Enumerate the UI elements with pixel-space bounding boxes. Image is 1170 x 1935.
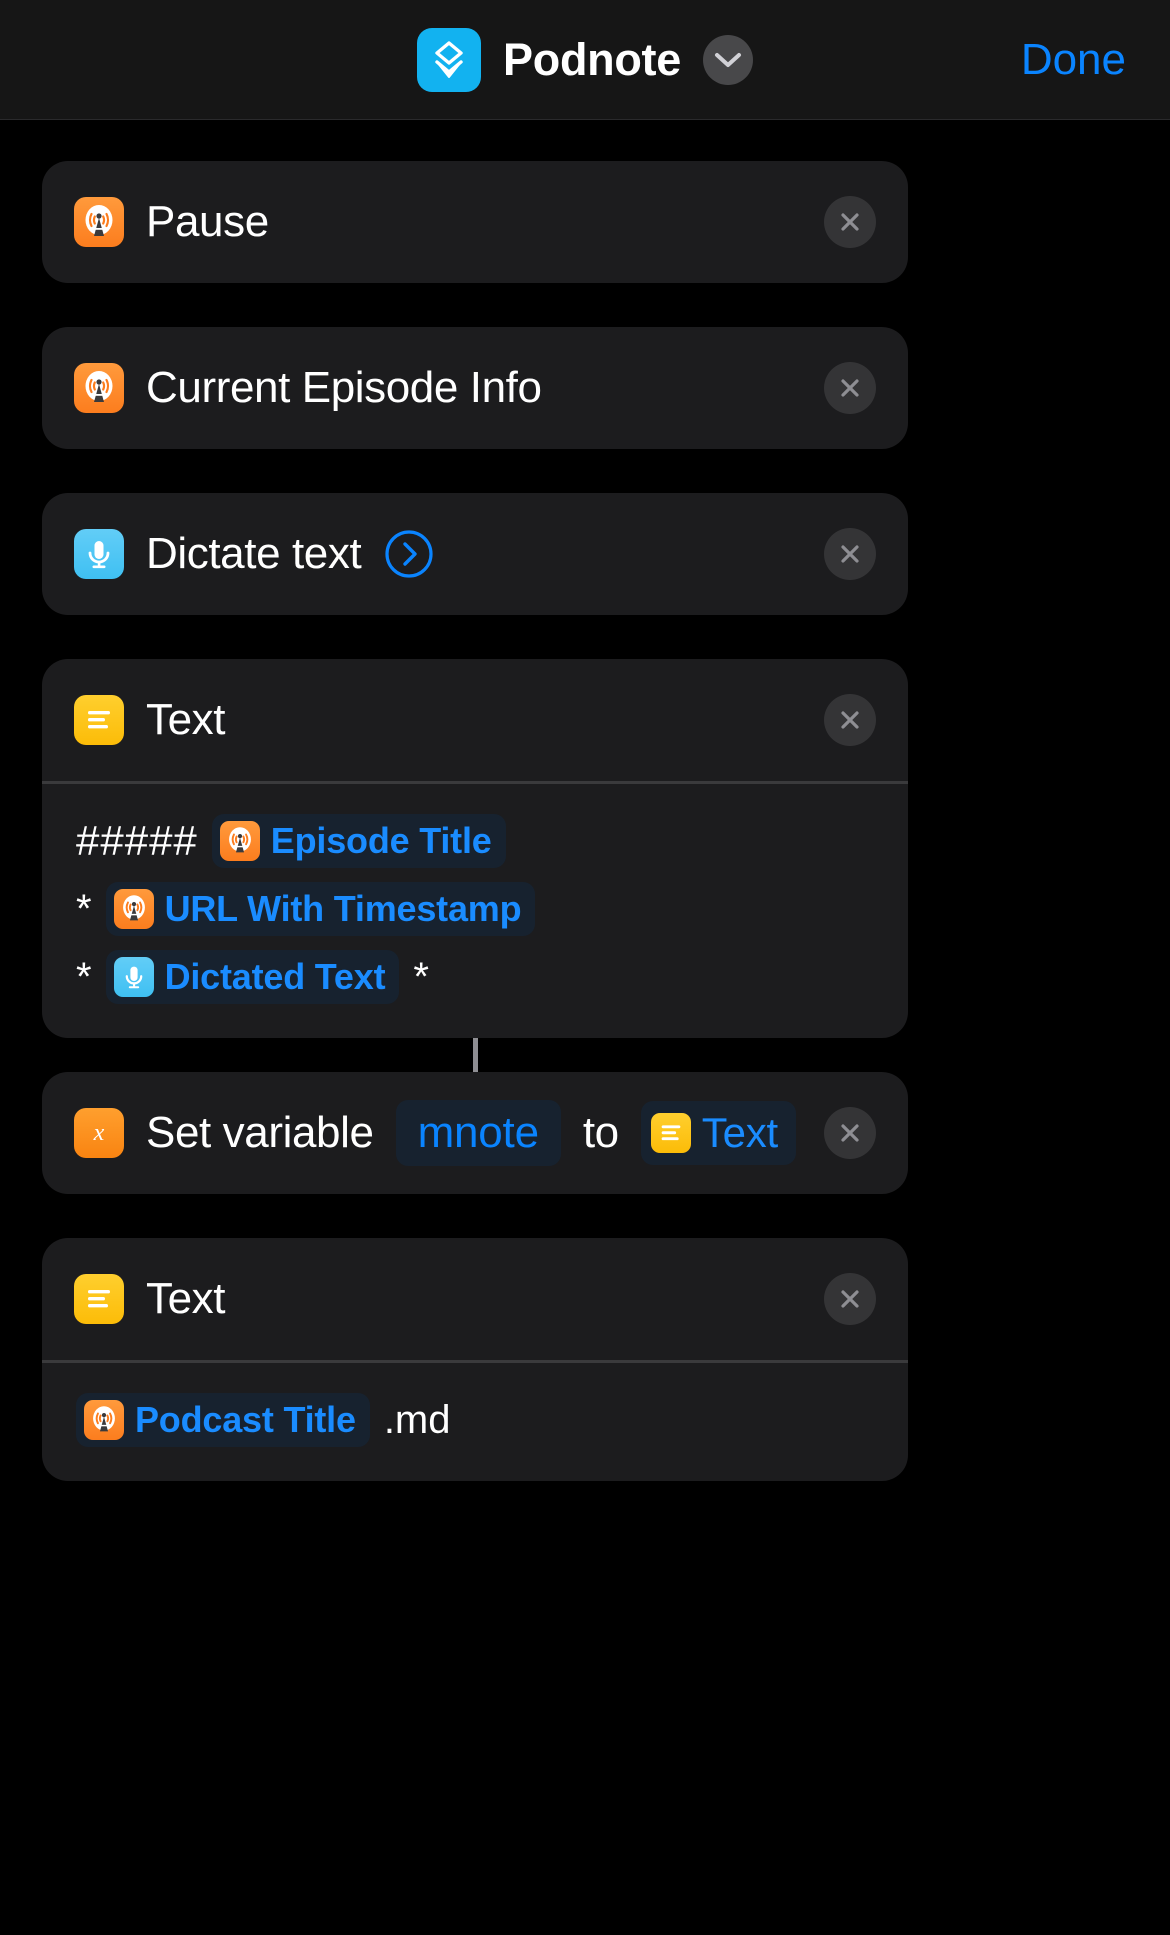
action-header: Text	[42, 659, 908, 781]
markdown-bullet-star: *	[76, 887, 92, 931]
done-button[interactable]: Done	[1021, 35, 1126, 85]
action-row-current-episode-info[interactable]: Current Episode Info	[42, 327, 908, 449]
podnote-app-icon	[417, 27, 482, 92]
action-label-suffix: to	[582, 1108, 619, 1157]
action-row-pause[interactable]: Pause	[42, 161, 908, 283]
markdown-heading-hashes: #####	[76, 817, 198, 864]
filename-extension: .md	[383, 1397, 451, 1442]
text-line: ##### Episode Title	[76, 814, 874, 868]
microphone-icon	[113, 957, 154, 997]
variable-token-dictated-text[interactable]: Dictated Text	[105, 950, 400, 1004]
text-line: * URL With Timestamp	[76, 882, 874, 936]
action-row-dictate-text[interactable]: Dictate text	[42, 493, 908, 615]
action-label: Text	[146, 695, 226, 744]
svg-text:x: x	[93, 1120, 105, 1146]
action-row-set-variable[interactable]: x Set variable mnote to Text	[42, 1072, 908, 1194]
action-header: Current Episode Info	[42, 327, 908, 449]
action-header: Pause	[42, 161, 908, 283]
text-line: Podcast Title .md	[76, 1393, 874, 1447]
overcast-icon	[113, 889, 154, 929]
token-label: Text	[701, 1109, 778, 1156]
token-label: Episode Title	[270, 820, 492, 861]
variable-token-episode-title[interactable]: Episode Title	[211, 814, 506, 868]
variable-x-icon: x	[74, 1108, 124, 1158]
chevron-down-icon[interactable]	[702, 34, 753, 85]
overcast-icon	[219, 821, 260, 861]
text-line: * Dictated Text *	[76, 950, 874, 1004]
text-field-content[interactable]: ##### Episode Title * URL With Timestamp…	[42, 784, 908, 1038]
variable-name-token-mnote[interactable]: mnote	[395, 1100, 561, 1166]
action-label: Text	[146, 1274, 226, 1323]
token-label: mnote	[417, 1108, 539, 1157]
token-label: URL With Timestamp	[164, 888, 522, 929]
action-label: Current Episode Info	[146, 363, 542, 412]
shortcut-action-list: Pause Current Episode Info Dictate text …	[0, 120, 1170, 1481]
remove-action-button[interactable]	[824, 528, 876, 580]
remove-action-button[interactable]	[824, 1107, 876, 1159]
variable-token-podcast-title[interactable]: Podcast Title	[76, 1393, 370, 1447]
header-title-group: Podnote	[417, 27, 753, 92]
remove-action-button[interactable]	[824, 1273, 876, 1325]
action-connector-line	[42, 1038, 908, 1072]
overcast-icon	[74, 197, 124, 247]
variable-token-text-output[interactable]: Text	[640, 1101, 796, 1165]
overcast-icon	[84, 1400, 124, 1440]
page-title: Podnote	[503, 33, 681, 85]
action-header: x Set variable mnote to Text	[42, 1072, 908, 1194]
remove-action-button[interactable]	[824, 694, 876, 746]
action-label-prefix: Set variable	[146, 1108, 374, 1157]
action-header: Text	[42, 1238, 908, 1360]
action-header: Dictate text	[42, 493, 908, 615]
action-label: Dictate text	[146, 529, 362, 578]
token-label: Podcast Title	[135, 1399, 356, 1440]
token-label: Dictated Text	[164, 956, 386, 997]
overcast-icon	[74, 363, 124, 413]
variable-token-url-with-timestamp[interactable]: URL With Timestamp	[105, 882, 536, 936]
text-icon	[650, 1113, 691, 1153]
remove-action-button[interactable]	[824, 362, 876, 414]
navigation-bar: Podnote Done	[0, 0, 1170, 120]
chevron-right-circle-icon[interactable]	[383, 528, 435, 580]
remove-action-button[interactable]	[824, 196, 876, 248]
microphone-icon	[74, 529, 124, 579]
text-icon	[74, 695, 124, 745]
text-field-content[interactable]: Podcast Title .md	[42, 1363, 908, 1481]
action-row-text-note-body[interactable]: Text ##### Episode Title * URL With Time…	[42, 659, 908, 1038]
markdown-bullet-star-end: *	[413, 955, 429, 999]
text-icon	[74, 1274, 124, 1324]
action-row-text-filename[interactable]: Text Podcast Title .md	[42, 1238, 908, 1481]
action-label: Pause	[146, 197, 269, 246]
markdown-bullet-star: *	[76, 955, 92, 999]
